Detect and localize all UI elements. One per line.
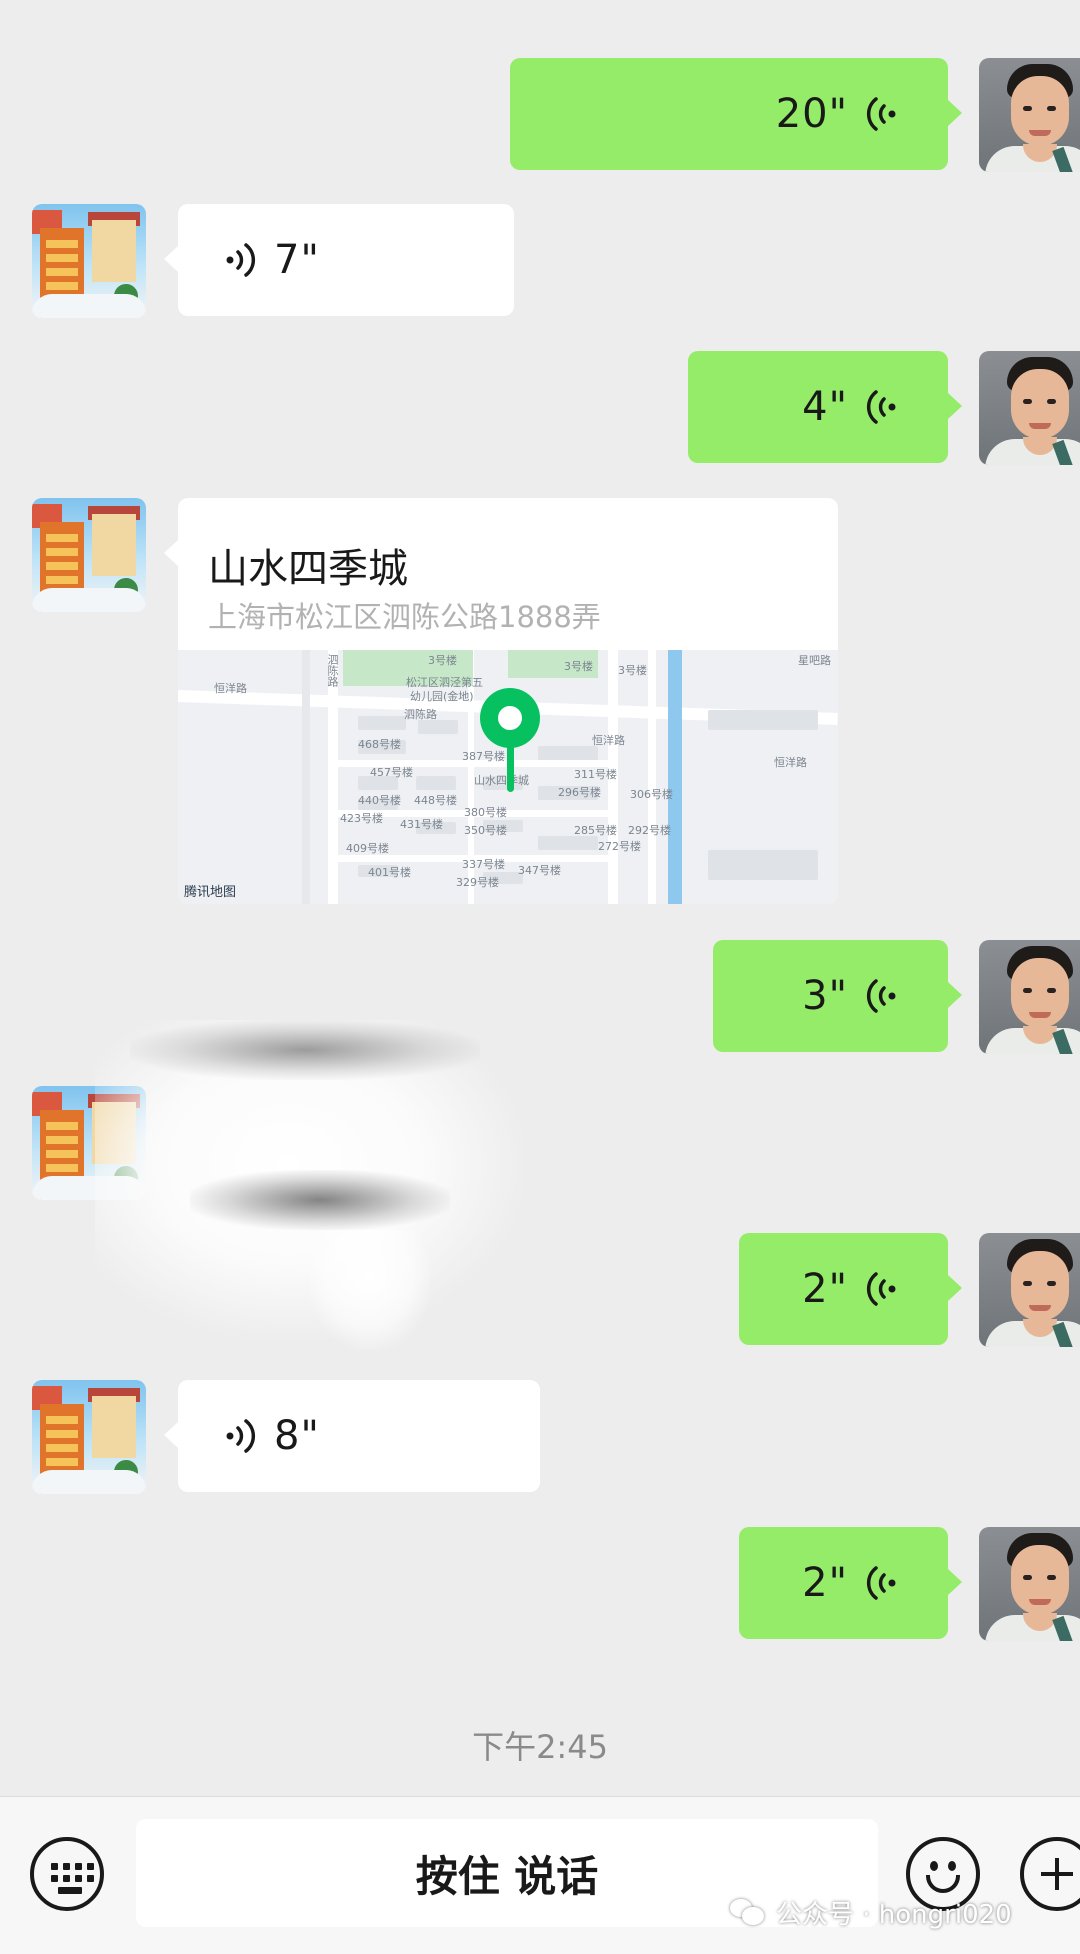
map-label: 3号楼 xyxy=(428,654,457,667)
voice-wave-icon xyxy=(866,1272,896,1306)
map-label: 440号楼 xyxy=(358,794,401,807)
contact-avatar[interactable] xyxy=(32,204,146,318)
map-label: 星吧路 xyxy=(798,654,831,667)
map-brand: 腾讯地图 xyxy=(184,885,237,900)
my-avatar[interactable] xyxy=(979,1233,1080,1347)
voice-message-bubble[interactable]: 7" xyxy=(164,204,514,316)
message-timestamp: 下午2:45 xyxy=(472,1728,608,1766)
voice-wave-icon xyxy=(866,97,896,131)
map-label: 329号楼 xyxy=(456,876,499,889)
my-avatar[interactable] xyxy=(979,1527,1080,1641)
voice-message-bubble[interactable]: 4" xyxy=(688,351,962,463)
map-label: 泗陈路 xyxy=(326,654,339,687)
map-label: 285号楼 xyxy=(574,824,617,837)
location-card[interactable]: 山水四季城 上海市松江区泗陈公路1888弄 恒洋路 泗陈路 松江区泗泾第五 幼儿… xyxy=(178,498,838,904)
map-label: 457号楼 xyxy=(370,766,413,779)
watermark: 公众号 · hongri020 xyxy=(730,1892,1012,1932)
voice-message-bubble[interactable]: 2" xyxy=(739,1527,962,1639)
keyboard-toggle-button[interactable] xyxy=(30,1837,104,1911)
wechat-icon xyxy=(730,1897,766,1927)
voice-message-bubble[interactable]: 2" xyxy=(739,1233,962,1345)
smudge-mark xyxy=(190,1170,450,1230)
voice-wave-icon xyxy=(226,1419,256,1453)
map-pin-stick xyxy=(507,744,514,792)
map-label: 恒洋路 xyxy=(214,682,247,695)
map-label: 3号楼 xyxy=(618,664,647,677)
voice-duration: 20" xyxy=(775,91,848,137)
map-label: 296号楼 xyxy=(558,786,601,799)
voice-wave-icon xyxy=(866,1566,896,1600)
bubble-tail xyxy=(164,540,178,566)
smudge-mark xyxy=(130,1020,480,1080)
map-label: 401号楼 xyxy=(368,866,411,879)
my-avatar[interactable] xyxy=(979,940,1080,1054)
map-label: 448号楼 xyxy=(414,794,457,807)
voice-message-bubble[interactable]: 20" xyxy=(510,58,962,170)
voice-duration: 3" xyxy=(802,973,848,1019)
voice-wave-icon xyxy=(866,390,896,424)
map-label: 272号楼 xyxy=(598,840,641,853)
voice-duration: 2" xyxy=(802,1266,848,1312)
more-options-button[interactable] xyxy=(1020,1837,1080,1911)
voice-wave-icon xyxy=(226,243,256,277)
map-label: 311号楼 xyxy=(574,768,617,781)
map-pin-dot xyxy=(498,706,522,730)
map-label: 292号楼 xyxy=(628,824,671,837)
map-label: 431号楼 xyxy=(400,818,443,831)
voice-message-bubble[interactable]: 3" xyxy=(713,940,962,1052)
map-label: 幼儿园(金地) xyxy=(410,690,474,703)
map-preview[interactable]: 恒洋路 泗陈路 松江区泗泾第五 幼儿园(金地) 泗陈路 3号楼 3号楼 3号楼 … xyxy=(178,650,838,904)
smiley-icon xyxy=(930,1861,938,1871)
location-title: 山水四季城 xyxy=(208,546,408,592)
map-label: 387号楼 xyxy=(462,750,505,763)
map-label: 3号楼 xyxy=(564,660,593,673)
map-label: 恒洋路 xyxy=(774,756,807,769)
map-label: 423号楼 xyxy=(340,812,383,825)
map-label: 468号楼 xyxy=(358,738,401,751)
map-label: 泗陈路 xyxy=(404,708,437,721)
map-label: 306号楼 xyxy=(630,788,673,801)
map-label: 409号楼 xyxy=(346,842,389,855)
voice-wave-icon xyxy=(866,979,896,1013)
voice-duration: 8" xyxy=(274,1413,320,1459)
map-label: 山水四季城 xyxy=(474,774,529,787)
my-avatar[interactable] xyxy=(979,351,1080,465)
map-label: 恒洋路 xyxy=(592,734,625,747)
smudge-mark xyxy=(310,1230,430,1350)
voice-duration: 4" xyxy=(802,384,848,430)
voice-duration: 2" xyxy=(802,1560,848,1606)
voice-message-bubble[interactable]: 8" xyxy=(164,1380,540,1492)
my-avatar[interactable] xyxy=(979,58,1080,172)
contact-avatar[interactable] xyxy=(32,498,146,612)
contact-avatar[interactable] xyxy=(32,1380,146,1494)
location-address: 上海市松江区泗陈公路1888弄 xyxy=(208,600,601,634)
map-label: 347号楼 xyxy=(518,864,561,877)
map-label: 337号楼 xyxy=(462,858,505,871)
map-label: 380号楼 xyxy=(464,806,507,819)
map-label: 350号楼 xyxy=(464,824,507,837)
watermark-text: 公众号 · hongri020 xyxy=(776,1899,1012,1930)
voice-duration: 7" xyxy=(274,237,320,283)
